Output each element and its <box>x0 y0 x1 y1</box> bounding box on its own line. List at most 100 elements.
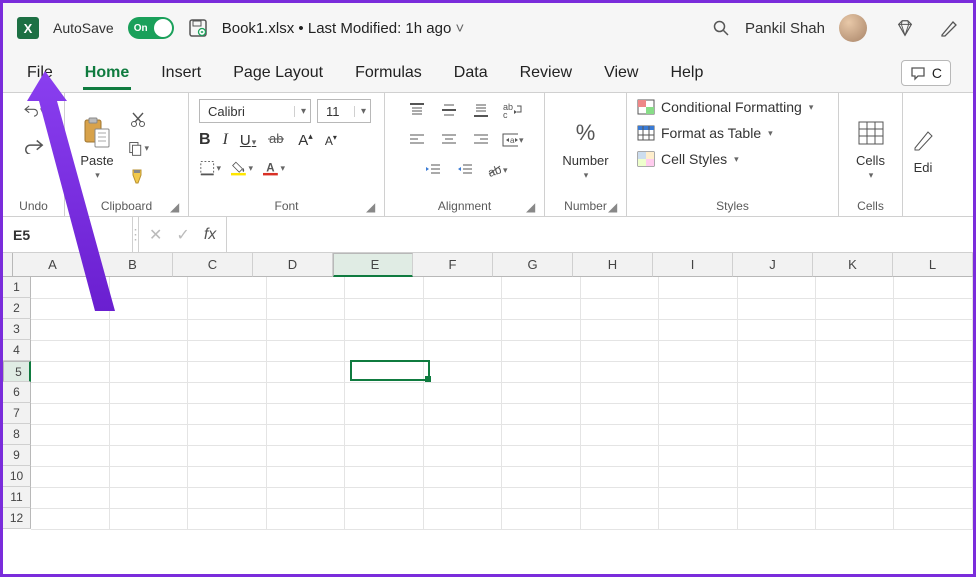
avatar[interactable] <box>839 14 867 42</box>
save-icon[interactable] <box>188 18 208 38</box>
name-box-input[interactable] <box>11 226 71 244</box>
cell[interactable] <box>188 340 266 361</box>
cell[interactable] <box>816 340 894 361</box>
row-header[interactable]: 5 <box>3 361 31 382</box>
tab-help[interactable]: Help <box>668 56 705 90</box>
cell[interactable] <box>659 361 737 382</box>
cell[interactable] <box>659 277 737 298</box>
cell[interactable] <box>659 466 737 487</box>
cell[interactable] <box>109 319 187 340</box>
undo-icon[interactable]: ▾ <box>23 99 45 121</box>
row-header[interactable]: 10 <box>3 466 31 487</box>
shrink-font-icon[interactable]: A▾ <box>325 133 337 148</box>
format-painter-icon[interactable] <box>127 165 149 187</box>
cell[interactable] <box>816 445 894 466</box>
cell[interactable] <box>31 319 109 340</box>
cell[interactable] <box>109 487 187 508</box>
spreadsheet-grid[interactable]: ABCDEFGHIJKL 123456789101112 <box>3 253 973 530</box>
cell[interactable] <box>502 361 580 382</box>
row-header[interactable]: 1 <box>3 277 31 298</box>
cell[interactable] <box>109 445 187 466</box>
pen-icon[interactable] <box>939 18 959 38</box>
cell[interactable] <box>266 340 344 361</box>
cell[interactable] <box>188 298 266 319</box>
cell[interactable] <box>816 508 894 529</box>
cell[interactable] <box>345 382 423 403</box>
row-header[interactable]: 3 <box>3 319 31 340</box>
cell[interactable] <box>737 298 815 319</box>
cell[interactable] <box>894 298 973 319</box>
cell[interactable] <box>345 445 423 466</box>
cell[interactable] <box>423 487 501 508</box>
cell[interactable] <box>423 445 501 466</box>
formula-input[interactable] <box>227 217 973 252</box>
cell[interactable] <box>737 466 815 487</box>
cell[interactable] <box>423 466 501 487</box>
cell[interactable] <box>345 487 423 508</box>
cell[interactable] <box>345 340 423 361</box>
cell[interactable] <box>580 403 658 424</box>
align-left-icon[interactable] <box>406 129 428 151</box>
strike-button[interactable]: ab <box>268 132 286 149</box>
cell[interactable] <box>266 361 344 382</box>
cell[interactable] <box>188 508 266 529</box>
cell[interactable] <box>659 508 737 529</box>
cell[interactable] <box>737 277 815 298</box>
comments-button[interactable]: C <box>901 60 951 86</box>
tab-insert[interactable]: Insert <box>159 56 203 90</box>
cell[interactable] <box>109 466 187 487</box>
align-center-icon[interactable] <box>438 129 460 151</box>
cell[interactable] <box>502 319 580 340</box>
fill-color-icon[interactable]: ▾ <box>231 157 253 179</box>
cell[interactable] <box>894 424 973 445</box>
cell[interactable] <box>31 487 109 508</box>
cell[interactable] <box>31 403 109 424</box>
cell[interactable] <box>737 508 815 529</box>
column-header[interactable]: G <box>493 253 573 277</box>
cell[interactable] <box>345 508 423 529</box>
cell[interactable] <box>423 277 501 298</box>
cell[interactable] <box>109 361 187 382</box>
cell[interactable] <box>31 424 109 445</box>
cell[interactable] <box>659 382 737 403</box>
cell[interactable] <box>580 319 658 340</box>
cell[interactable] <box>894 466 973 487</box>
cell[interactable] <box>502 403 580 424</box>
bold-button[interactable]: B <box>199 131 211 149</box>
cell[interactable] <box>816 361 894 382</box>
cell[interactable] <box>816 319 894 340</box>
column-header[interactable]: I <box>653 253 733 277</box>
cell[interactable] <box>580 361 658 382</box>
column-header[interactable]: L <box>893 253 973 277</box>
cell[interactable] <box>737 361 815 382</box>
cell[interactable] <box>188 361 266 382</box>
cell[interactable] <box>737 340 815 361</box>
conditional-formatting-button[interactable]: Conditional Formatting▾ <box>637 99 813 115</box>
cell[interactable] <box>31 466 109 487</box>
cell[interactable] <box>737 424 815 445</box>
cell[interactable] <box>188 487 266 508</box>
cell[interactable] <box>345 424 423 445</box>
editing-button[interactable]: Edi <box>901 120 945 177</box>
cell[interactable] <box>502 340 580 361</box>
cell[interactable] <box>580 277 658 298</box>
cell[interactable] <box>345 319 423 340</box>
row-header[interactable]: 6 <box>3 382 31 403</box>
redo-icon[interactable] <box>23 135 45 157</box>
cell[interactable] <box>737 487 815 508</box>
row-header[interactable]: 9 <box>3 445 31 466</box>
paste-button[interactable]: Paste ▾ <box>75 113 119 183</box>
cut-icon[interactable] <box>127 109 149 131</box>
cell[interactable] <box>31 361 109 382</box>
user-name[interactable]: Pankil Shah <box>745 20 825 37</box>
cell[interactable] <box>423 382 501 403</box>
row-header[interactable]: 11 <box>3 487 31 508</box>
cell[interactable] <box>659 340 737 361</box>
cell[interactable] <box>580 340 658 361</box>
column-header[interactable]: B <box>93 253 173 277</box>
cell[interactable] <box>894 487 973 508</box>
orientation-icon[interactable]: ab▾ <box>486 159 508 181</box>
cell[interactable] <box>816 382 894 403</box>
cell[interactable] <box>109 424 187 445</box>
cell[interactable] <box>659 298 737 319</box>
